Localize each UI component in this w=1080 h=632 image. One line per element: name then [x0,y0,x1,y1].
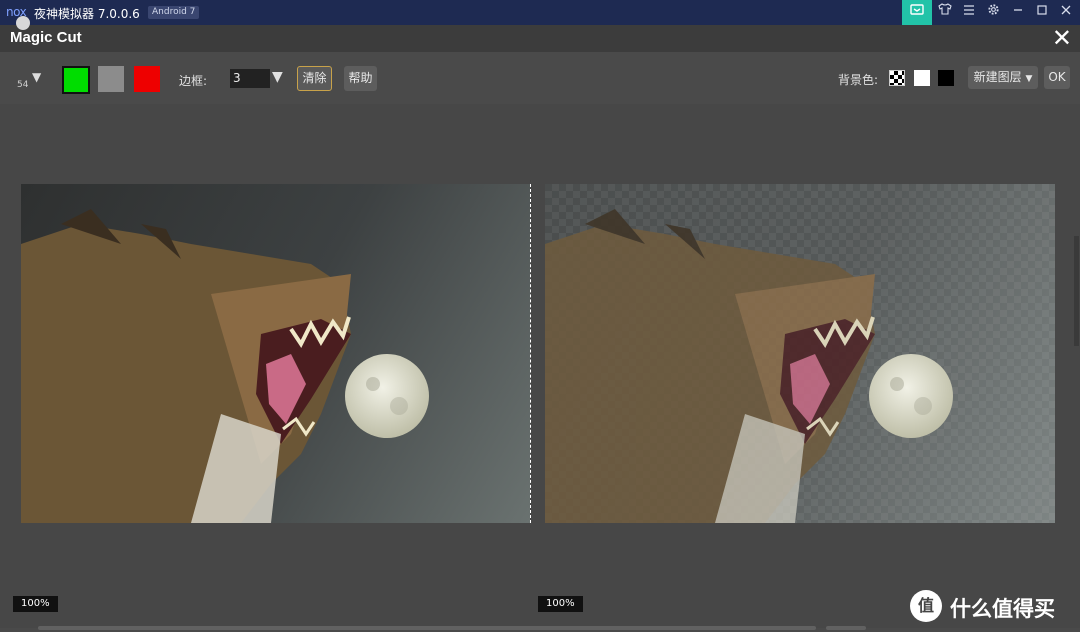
emulator-titlebar: nox 夜神模拟器 7.0.0.6 Android 7 [0,0,1080,25]
border-dropdown-icon[interactable]: ▼ [272,69,283,85]
chevron-down-icon: ▼ [1025,74,1033,84]
brush-dropdown-icon[interactable]: ▼ [32,70,41,84]
help-button[interactable]: 帮助 [344,66,377,91]
shirt-icon[interactable] [933,0,957,25]
ok-button[interactable]: OK [1044,66,1070,89]
remove-color-swatch[interactable] [134,66,160,92]
source-image-canvas[interactable] [21,184,530,523]
menu-icon[interactable] [957,0,981,25]
keyboard-icon[interactable] [902,0,932,25]
watermark: 值 什么值得买 [910,590,1075,622]
watermark-text: 什么值得买 [950,597,1055,621]
watermark-logo-icon: 值 [910,590,942,622]
minimize-icon[interactable] [1006,0,1030,25]
keep-color-swatch[interactable] [62,66,90,94]
split-divider[interactable] [530,184,532,523]
horizontal-scrollbar-thumb[interactable] [826,626,866,630]
close-button[interactable]: ✕ [1052,26,1072,50]
right-zoom-indicator: 100% [538,596,583,612]
close-icon[interactable] [1054,0,1078,25]
border-label: 边框: [179,74,208,88]
background-color-label: 背景色: [838,73,879,87]
clear-button[interactable]: 清除 [297,66,332,91]
brush-size-indicator[interactable] [16,16,30,30]
result-image-canvas[interactable] [545,184,1055,523]
page-title: Magic Cut [10,29,82,46]
lynx-moon-result-image [545,209,953,523]
transparent-background-option[interactable] [889,70,905,86]
brush-size-value: 54 [17,80,29,90]
border-width-field[interactable]: 3 [230,69,270,88]
horizontal-scrollbar[interactable] [38,626,816,630]
black-background-option[interactable] [938,70,954,86]
maximize-icon[interactable] [1030,0,1054,25]
lynx-moon-image [21,209,429,523]
gear-icon[interactable] [981,0,1005,25]
app-header: Magic Cut ✕ [0,25,1080,52]
vertical-scrollbar[interactable] [1074,236,1079,346]
new-layer-button[interactable]: 新建图层 ▼ [968,66,1038,89]
android-version-badge: Android 7 [148,6,200,19]
white-background-option[interactable] [914,70,930,86]
left-zoom-indicator: 100% [13,596,58,612]
emulator-title: 夜神模拟器 7.0.0.6 [34,7,140,21]
neutral-color-swatch[interactable] [98,66,124,92]
new-layer-label: 新建图层 [973,70,1022,84]
